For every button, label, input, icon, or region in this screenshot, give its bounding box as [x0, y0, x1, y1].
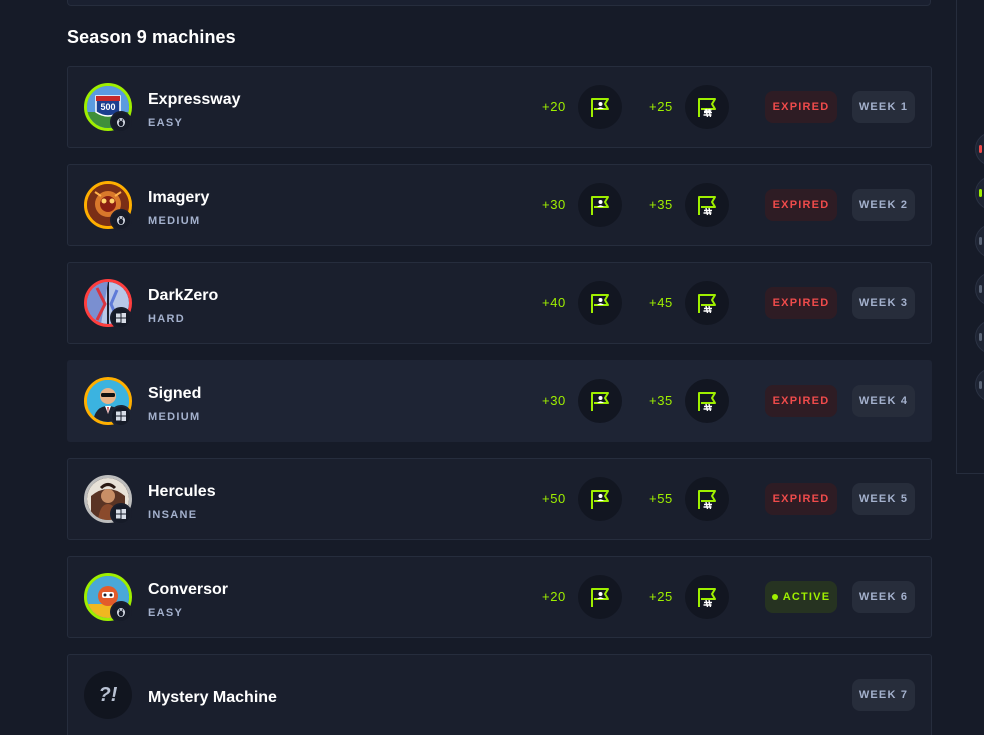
machine-name[interactable]: Signed — [148, 385, 201, 403]
user-points: +30 — [542, 197, 566, 212]
machine-difficulty: HARD — [148, 313, 185, 325]
side-avatar[interactable] — [975, 176, 984, 210]
root-points: +35 — [649, 197, 673, 212]
machine-avatar[interactable] — [84, 279, 132, 329]
root-points: +45 — [649, 295, 673, 310]
machine-row[interactable]: Conversor EASY +20 +25 ACTIVE WEEK 6 — [67, 556, 932, 638]
week-badge: WEEK 6 — [852, 581, 915, 613]
machine-difficulty: EASY — [148, 607, 184, 619]
machine-avatar[interactable] — [84, 377, 132, 427]
root-points: +25 — [649, 589, 673, 604]
user-flag-icon — [591, 294, 609, 313]
user-flag-icon — [591, 490, 609, 509]
previous-card — [67, 0, 931, 6]
user-flag-button[interactable] — [578, 575, 622, 619]
machine-name[interactable]: Mystery Machine — [148, 689, 277, 707]
linux-penguin-icon — [110, 209, 132, 231]
status-badge: EXPIRED — [765, 483, 837, 515]
root-flag-icon — [698, 490, 716, 510]
machine-row[interactable]: 500 Expressway EASY +20 +25 EXPIRED WEEK… — [67, 66, 932, 148]
machine-name[interactable]: DarkZero — [148, 287, 218, 305]
machine-row[interactable]: Imagery MEDIUM +30 +35 EXPIRED WEEK 2 — [67, 164, 932, 246]
root-points: +25 — [649, 99, 673, 114]
user-flag-icon — [591, 196, 609, 215]
user-flag-button[interactable] — [578, 183, 622, 227]
week-badge: WEEK 1 — [852, 91, 915, 123]
user-points: +20 — [542, 99, 566, 114]
root-points: +35 — [649, 393, 673, 408]
user-flag-button[interactable] — [578, 85, 622, 129]
machine-difficulty: MEDIUM — [148, 411, 201, 423]
machine-row[interactable]: ?! Mystery Machine WEEK 7 — [67, 654, 932, 735]
windows-icon — [110, 503, 132, 525]
root-flag-icon — [698, 196, 716, 216]
status-badge: EXPIRED — [765, 287, 837, 319]
machine-avatar[interactable] — [84, 475, 132, 525]
machine-name[interactable]: Conversor — [148, 581, 228, 599]
machine-name[interactable]: Imagery — [148, 189, 209, 207]
week-badge: WEEK 3 — [852, 287, 915, 319]
machine-row[interactable]: Signed MEDIUM +30 +35 EXPIRED WEEK 4 — [67, 360, 932, 442]
side-avatar[interactable] — [975, 320, 984, 354]
windows-icon — [110, 405, 132, 427]
machine-avatar[interactable] — [84, 181, 132, 231]
root-flag-icon — [698, 588, 716, 608]
user-flag-icon — [591, 98, 609, 117]
week-badge: WEEK 2 — [852, 189, 915, 221]
user-flag-button[interactable] — [578, 477, 622, 521]
machine-difficulty: INSANE — [148, 509, 198, 521]
mystery-icon: ?! — [84, 671, 132, 719]
svg-text:500: 500 — [100, 102, 115, 112]
section-title: Season 9 machines — [67, 27, 236, 47]
week-badge: WEEK 7 — [852, 679, 915, 711]
root-flag-button[interactable] — [685, 281, 729, 325]
side-avatar[interactable] — [975, 272, 984, 306]
root-flag-icon — [698, 98, 716, 118]
root-flag-button[interactable] — [685, 183, 729, 227]
root-flag-button[interactable] — [685, 575, 729, 619]
machine-difficulty: MEDIUM — [148, 215, 201, 227]
status-badge: EXPIRED — [765, 385, 837, 417]
windows-icon — [110, 307, 132, 329]
status-badge: ACTIVE — [765, 581, 837, 613]
user-flag-icon — [591, 392, 609, 411]
side-panel — [956, 0, 984, 474]
user-points: +20 — [542, 589, 566, 604]
status-label: ACTIVE — [782, 591, 831, 603]
linux-penguin-icon — [110, 111, 132, 133]
root-flag-icon — [698, 392, 716, 412]
active-dot-icon — [771, 594, 778, 600]
user-points: +30 — [542, 393, 566, 408]
week-badge: WEEK 5 — [852, 483, 915, 515]
machine-row[interactable]: DarkZero HARD +40 +45 EXPIRED WEEK 3 — [67, 262, 932, 344]
side-avatar[interactable] — [975, 224, 984, 258]
side-avatar[interactable] — [975, 132, 984, 166]
user-flag-button[interactable] — [578, 281, 622, 325]
side-avatar[interactable] — [975, 368, 984, 402]
status-badge: EXPIRED — [765, 91, 837, 123]
root-points: +55 — [649, 491, 673, 506]
root-flag-icon — [698, 294, 716, 314]
machine-avatar[interactable] — [84, 573, 132, 623]
machine-avatar[interactable]: 500 — [84, 83, 132, 133]
machine-row[interactable]: Hercules INSANE +50 +55 EXPIRED WEEK 5 — [67, 458, 932, 540]
user-points: +40 — [542, 295, 566, 310]
status-badge: EXPIRED — [765, 189, 837, 221]
machine-difficulty: EASY — [148, 117, 184, 129]
week-badge: WEEK 4 — [852, 385, 915, 417]
root-flag-button[interactable] — [685, 85, 729, 129]
machine-name[interactable]: Hercules — [148, 483, 216, 501]
user-flag-button[interactable] — [578, 379, 622, 423]
machine-name[interactable]: Expressway — [148, 91, 241, 109]
page: Season 9 machines 500 Expressway EASY +2… — [0, 0, 984, 735]
linux-penguin-icon — [110, 601, 132, 623]
root-flag-button[interactable] — [685, 379, 729, 423]
user-flag-icon — [591, 588, 609, 607]
root-flag-button[interactable] — [685, 477, 729, 521]
user-points: +50 — [542, 491, 566, 506]
